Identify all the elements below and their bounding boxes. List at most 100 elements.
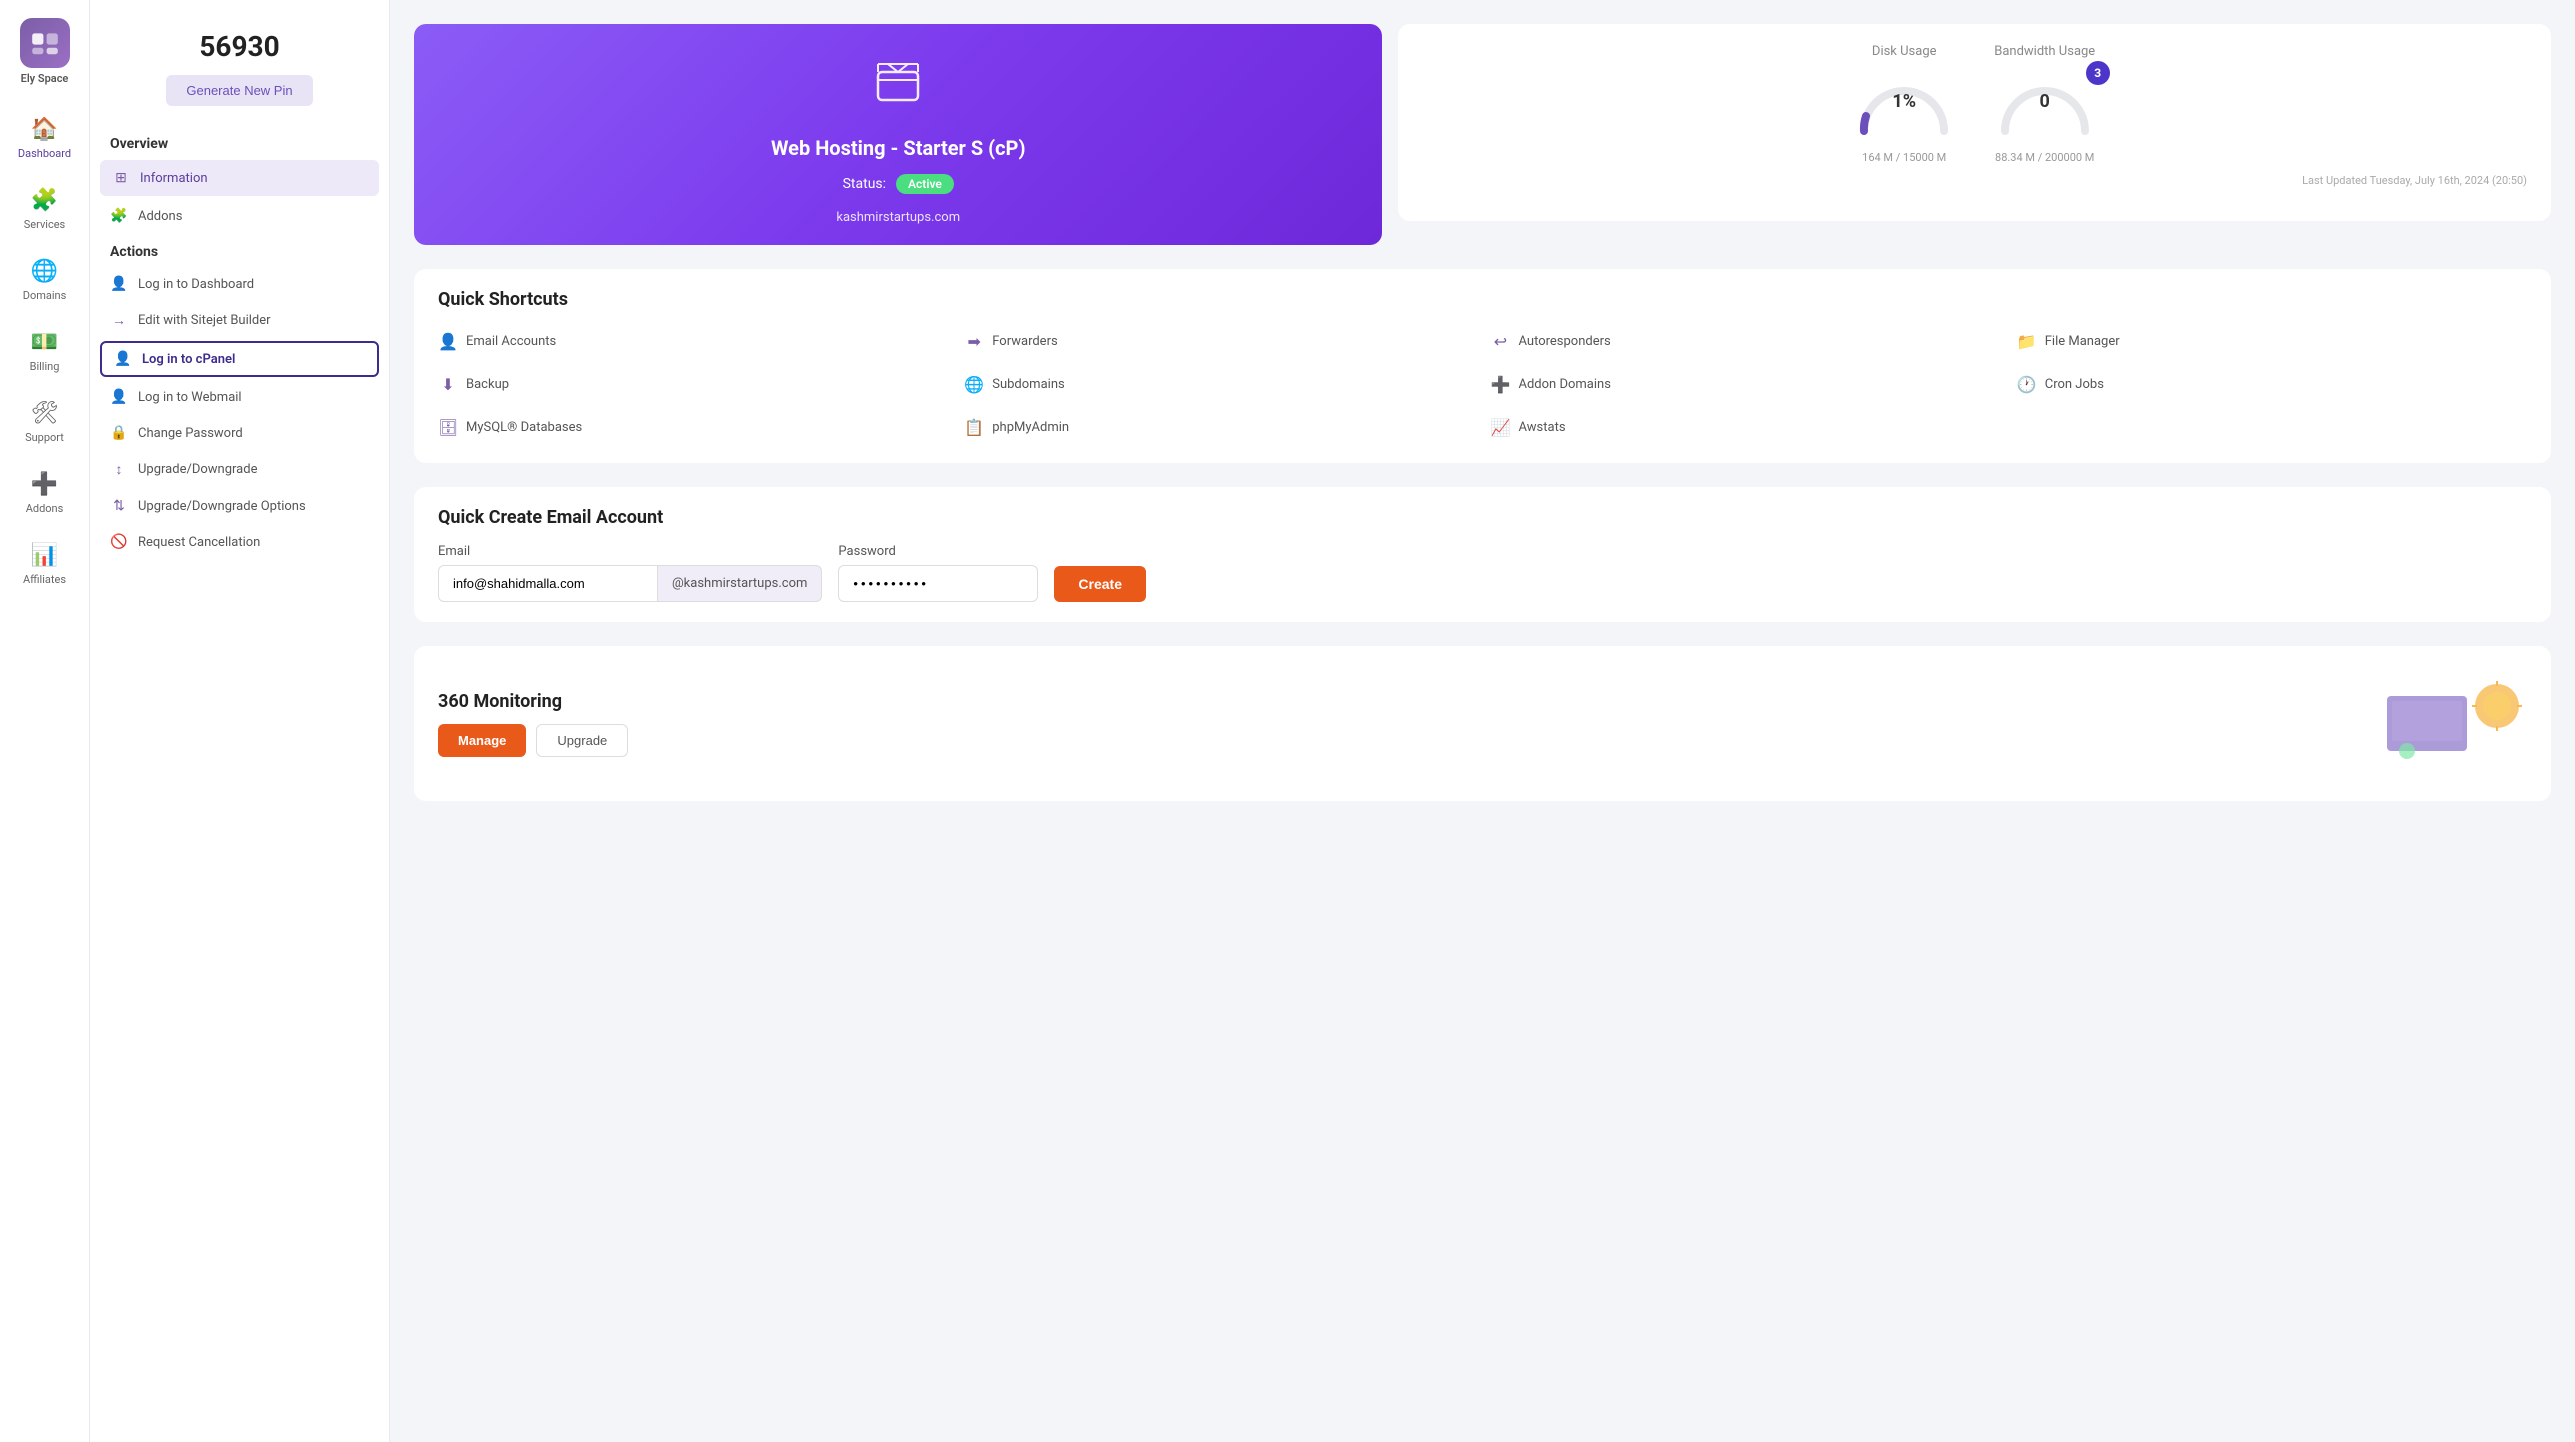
shortcut-backup[interactable]: ⬇ Backup <box>438 369 948 400</box>
service-card: Web Hosting - Starter S (cP) Status: Act… <box>414 24 1382 245</box>
disk-usage-stat: Disk Usage 1% 164 M / 15000 M <box>1854 44 1954 164</box>
login-webmail-icon: 👤 <box>110 389 128 405</box>
shortcut-label: Addon Domains <box>1519 377 1611 392</box>
email-form-group: Email @kashmirstartups.com <box>438 544 822 602</box>
addons-nav-icon: 🧩 <box>110 208 128 224</box>
nav-item-label: Addons <box>138 209 182 224</box>
nav-item-login-cpanel[interactable]: 👤 Log in to cPanel <box>100 341 379 377</box>
pin-section: 56930 Generate New Pin <box>90 20 389 126</box>
shortcut-phpmyadmin[interactable]: 📋 phpMyAdmin <box>964 412 1474 443</box>
notification-badge: 3 <box>2086 61 2110 85</box>
nav-item-label: Information <box>140 171 208 186</box>
shortcut-cron-jobs[interactable]: 🕐 Cron Jobs <box>2017 369 2527 400</box>
right-content: Web Hosting - Starter S (cP) Status: Act… <box>390 0 2575 1442</box>
email-accounts-icon: 👤 <box>438 332 458 351</box>
edit-sitejet-icon: → <box>110 312 128 329</box>
monitoring-title: 360 Monitoring <box>438 691 628 712</box>
email-input[interactable] <box>438 565 658 602</box>
shortcut-awstats[interactable]: 📈 Awstats <box>1491 412 2001 443</box>
sidebar-item-affiliates[interactable]: 📊 Affiliates <box>6 531 83 598</box>
overview-title: Overview <box>90 126 389 158</box>
bandwidth-value: 0 <box>2040 91 2050 112</box>
nav-item-login-dashboard[interactable]: 👤 Log in to Dashboard <box>90 266 389 302</box>
nav-item-edit-sitejet[interactable]: → Edit with Sitejet Builder <box>90 302 389 339</box>
password-form-group: Password <box>838 544 1038 602</box>
shortcut-mysql[interactable]: 🗄 MySQL® Databases <box>438 412 948 443</box>
sidebar-item-dashboard[interactable]: 🏠 Dashboard <box>6 105 83 172</box>
sidebar-item-billing[interactable]: 💵 Billing <box>6 318 83 385</box>
upgrade-button[interactable]: Upgrade <box>536 724 628 757</box>
addons-icon: ➕ <box>31 472 58 497</box>
email-label: Email <box>438 544 822 559</box>
quick-create-title: Quick Create Email Account <box>438 507 2527 528</box>
nav-item-information[interactable]: ⊞ Information <box>100 160 379 196</box>
support-icon: 🛠 <box>31 401 59 426</box>
service-status: Status: Active <box>438 174 1358 194</box>
status-badge: Active <box>896 174 954 194</box>
billing-icon: 💵 <box>31 330 58 355</box>
shortcut-label: Cron Jobs <box>2045 377 2104 392</box>
disk-used: 164 M / 15000 M <box>1854 151 1954 164</box>
nav-item-label: Log in to cPanel <box>142 352 235 367</box>
shortcut-email-accounts[interactable]: 👤 Email Accounts <box>438 326 948 357</box>
quick-shortcuts-card: Quick Shortcuts 👤 Email Accounts ➡ Forwa… <box>414 269 2551 463</box>
awstats-icon: 📈 <box>1491 418 1511 437</box>
bandwidth-used: 88.34 M / 200000 M <box>1994 151 2095 164</box>
nav-item-label: Log in to Webmail <box>138 390 242 405</box>
backup-icon: ⬇ <box>438 375 458 394</box>
sidebar-item-label: Services <box>24 218 65 231</box>
password-label: Password <box>838 544 1038 559</box>
shortcut-addon-domains[interactable]: ➕ Addon Domains <box>1491 369 2001 400</box>
information-icon: ⊞ <box>112 170 130 186</box>
shortcut-autoresponders[interactable]: ↩ Autoresponders <box>1491 326 2001 357</box>
file-manager-icon: 📁 <box>2017 332 2037 351</box>
shortcut-label: MySQL® Databases <box>466 420 582 435</box>
nav-item-label: Edit with Sitejet Builder <box>138 313 271 328</box>
stats-row: Disk Usage 1% 164 M / 15000 M Bandwidt <box>1422 44 2527 164</box>
nav-item-label: Upgrade/Downgrade <box>138 462 257 477</box>
manage-button[interactable]: Manage <box>438 724 526 757</box>
logo-icon <box>20 18 70 68</box>
shortcut-file-manager[interactable]: 📁 File Manager <box>2017 326 2527 357</box>
nav-item-addons[interactable]: 🧩 Addons <box>90 198 389 234</box>
nav-item-change-password[interactable]: 🔒 Change Password <box>90 415 389 451</box>
main-wrapper: 56930 Generate New Pin Overview ⊞ Inform… <box>90 0 2575 1442</box>
sidebar-item-services[interactable]: 🧩 Services <box>6 176 83 243</box>
upgrade-downgrade-icon: ↕ <box>110 461 128 478</box>
shortcut-forwarders[interactable]: ➡ Forwarders <box>964 326 1474 357</box>
shortcuts-title: Quick Shortcuts <box>438 289 2527 310</box>
actions-title: Actions <box>90 234 389 266</box>
service-box-icon <box>438 54 1358 126</box>
upgrade-options-icon: ⇅ <box>110 498 128 514</box>
password-input[interactable] <box>838 565 1038 602</box>
sidebar-item-domains[interactable]: 🌐 Domains <box>6 247 83 314</box>
nav-item-login-webmail[interactable]: 👤 Log in to Webmail <box>90 379 389 415</box>
nav-item-request-cancellation[interactable]: 🚫 Request Cancellation <box>90 524 389 560</box>
service-title: Web Hosting - Starter S (cP) <box>438 136 1358 160</box>
email-inputs: @kashmirstartups.com <box>438 565 822 602</box>
bandwidth-stat: Bandwidth Usage 0 3 88.34 M / 200000 M <box>1994 44 2095 164</box>
forwarders-icon: ➡ <box>964 332 984 351</box>
generate-pin-button[interactable]: Generate New Pin <box>166 75 312 106</box>
nav-item-label: Upgrade/Downgrade Options <box>138 499 306 514</box>
shortcut-subdomains[interactable]: 🌐 Subdomains <box>964 369 1474 400</box>
monitoring-illustration <box>2367 666 2527 781</box>
autoresponders-icon: ↩ <box>1491 332 1511 351</box>
sidebar-item-addons[interactable]: ➕ Addons <box>6 460 83 527</box>
sidebar: Ely Space 🏠 Dashboard 🧩 Services 🌐 Domai… <box>0 0 90 1442</box>
nav-item-upgrade-downgrade-options[interactable]: ⇅ Upgrade/Downgrade Options <box>90 488 389 524</box>
nav-item-upgrade-downgrade[interactable]: ↕ Upgrade/Downgrade <box>90 451 389 488</box>
sidebar-item-support[interactable]: 🛠 Support <box>6 389 83 456</box>
subdomains-icon: 🌐 <box>964 375 984 394</box>
services-icon: 🧩 <box>31 188 58 213</box>
shortcut-label: phpMyAdmin <box>992 420 1069 435</box>
shortcuts-grid: 👤 Email Accounts ➡ Forwarders ↩ Autoresp… <box>438 326 2527 443</box>
create-button[interactable]: Create <box>1054 566 1146 602</box>
stats-panel: Disk Usage 1% 164 M / 15000 M Bandwidt <box>1398 24 2551 221</box>
shortcut-label: Autoresponders <box>1519 334 1611 349</box>
cancellation-icon: 🚫 <box>110 534 128 550</box>
cron-jobs-icon: 🕐 <box>2017 375 2037 394</box>
last-updated: Last Updated Tuesday, July 16th, 2024 (2… <box>1422 174 2527 187</box>
shortcut-label: Awstats <box>1519 420 1566 435</box>
dashboard-icon: 🏠 <box>31 117 58 142</box>
